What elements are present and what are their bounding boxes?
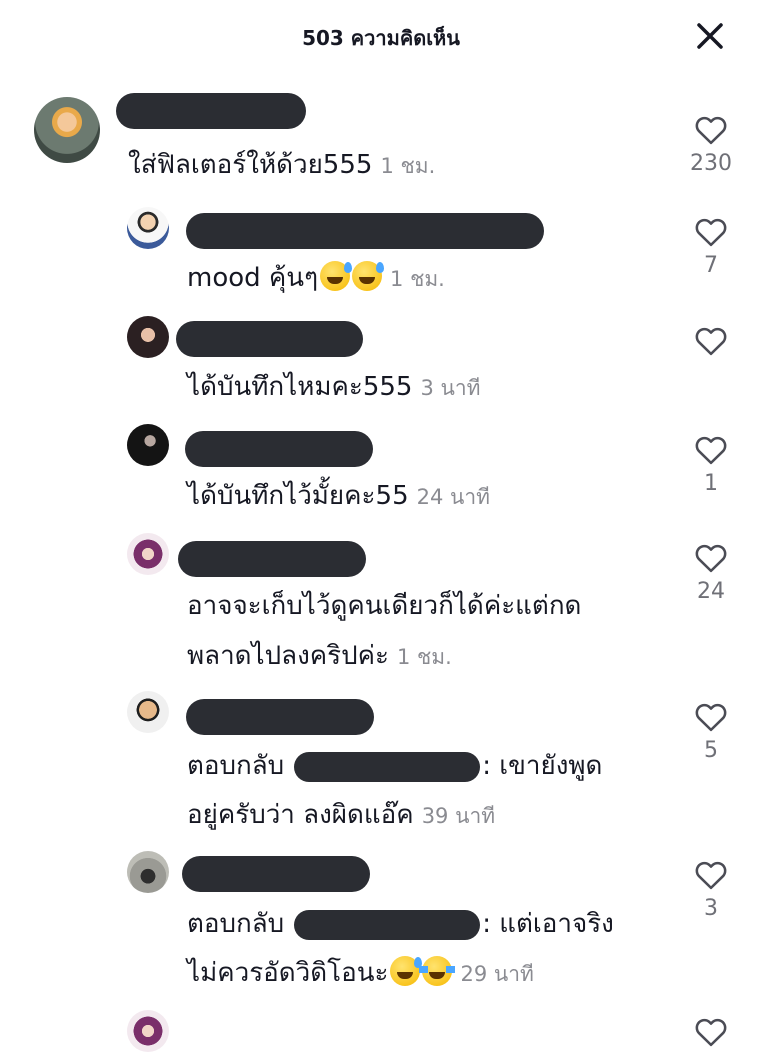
redacted-username[interactable] — [116, 93, 306, 129]
heart-outline-icon — [695, 218, 727, 247]
like-button[interactable]: 3 — [686, 859, 736, 921]
avatar[interactable] — [127, 207, 169, 249]
like-button[interactable]: 1 — [686, 434, 736, 496]
redacted-username[interactable] — [186, 699, 374, 735]
grinning-sweat-emoji — [320, 261, 353, 291]
heart-outline-icon — [695, 436, 727, 465]
like-button[interactable]: 24 — [686, 542, 736, 604]
like-button[interactable]: 5 — [686, 701, 736, 763]
redacted-mention — [294, 909, 481, 940]
reply-time: 1 ชม. — [390, 267, 445, 291]
avatar[interactable] — [127, 1010, 169, 1052]
like-button[interactable]: 7 — [686, 216, 736, 278]
heart-outline-icon — [695, 327, 727, 356]
avatar[interactable] — [127, 851, 169, 893]
grinning-sweat-emoji — [352, 261, 385, 291]
redacted-mention — [294, 751, 481, 782]
avatar[interactable] — [127, 424, 169, 466]
avatar[interactable] — [34, 97, 100, 163]
reply-time: 3 นาที — [420, 376, 481, 400]
heart-outline-icon — [695, 116, 727, 145]
like-button[interactable] — [686, 325, 736, 356]
like-button[interactable]: 230 — [686, 114, 736, 176]
redacted-username[interactable] — [186, 213, 544, 249]
reply-time: 24 นาที — [416, 485, 490, 509]
reply-time: 29 นาที — [460, 962, 534, 986]
like-count: 3 — [704, 896, 718, 921]
reply-text-line2: พลาดไปลงคริปค่ะ 1 ชม. — [187, 641, 452, 671]
heart-outline-icon — [695, 1018, 727, 1047]
redacted-username[interactable] — [185, 431, 373, 467]
grinning-sweat-emoji — [390, 956, 423, 986]
heart-outline-icon — [695, 703, 727, 732]
reply-text: mood คุ้นๆ 1 ชม. — [187, 261, 445, 293]
heart-outline-icon — [695, 544, 727, 573]
reply-text: อาจจะเก็บไว้ดูคนเดียวก็ได้ค่ะแต่กด — [187, 591, 582, 621]
heart-outline-icon — [695, 861, 727, 890]
close-icon[interactable] — [692, 18, 728, 54]
reply-text-line2: อยู่ครับว่า ลงผิดแอ๊ค 39 นาที — [187, 800, 496, 830]
like-count: 5 — [704, 738, 718, 763]
reply-text-line2: ไม่ควรอัดวิดิโอนะ 29 นาที — [187, 956, 534, 988]
like-count: 1 — [704, 471, 718, 496]
reply-time: 39 นาที — [421, 804, 496, 828]
like-count: 230 — [690, 151, 732, 176]
reply-text: ตอบกลับ: เขายังพูด — [187, 751, 603, 782]
avatar[interactable] — [127, 691, 169, 733]
reply-text: ได้บันทึกไหมคะ555 3 นาที — [187, 372, 481, 402]
comment-text: ใส่ฟิลเตอร์ให้ด้วย555 1 ชม. — [128, 150, 436, 180]
avatar[interactable] — [127, 533, 169, 575]
like-count: 7 — [704, 253, 718, 278]
comment-count-title: 503 ความคิดเห็น — [302, 26, 460, 50]
avatar[interactable] — [127, 316, 169, 358]
tears-of-joy-emoji — [419, 956, 456, 986]
reply-time: 1 ชม. — [396, 645, 452, 669]
comment-time: 1 ชม. — [380, 154, 436, 178]
reply-text: ได้บันทึกไว้มั้ยคะ55 24 นาที — [187, 481, 490, 511]
like-count: 24 — [697, 579, 725, 604]
comments-header: 503 ความคิดเห็น — [0, 0, 762, 74]
reply-text: ตอบกลับ: แต่เอาจริง — [187, 909, 614, 940]
redacted-username[interactable] — [176, 321, 363, 357]
like-button[interactable] — [686, 1016, 736, 1047]
redacted-username[interactable] — [178, 541, 366, 577]
redacted-username[interactable] — [182, 856, 370, 892]
